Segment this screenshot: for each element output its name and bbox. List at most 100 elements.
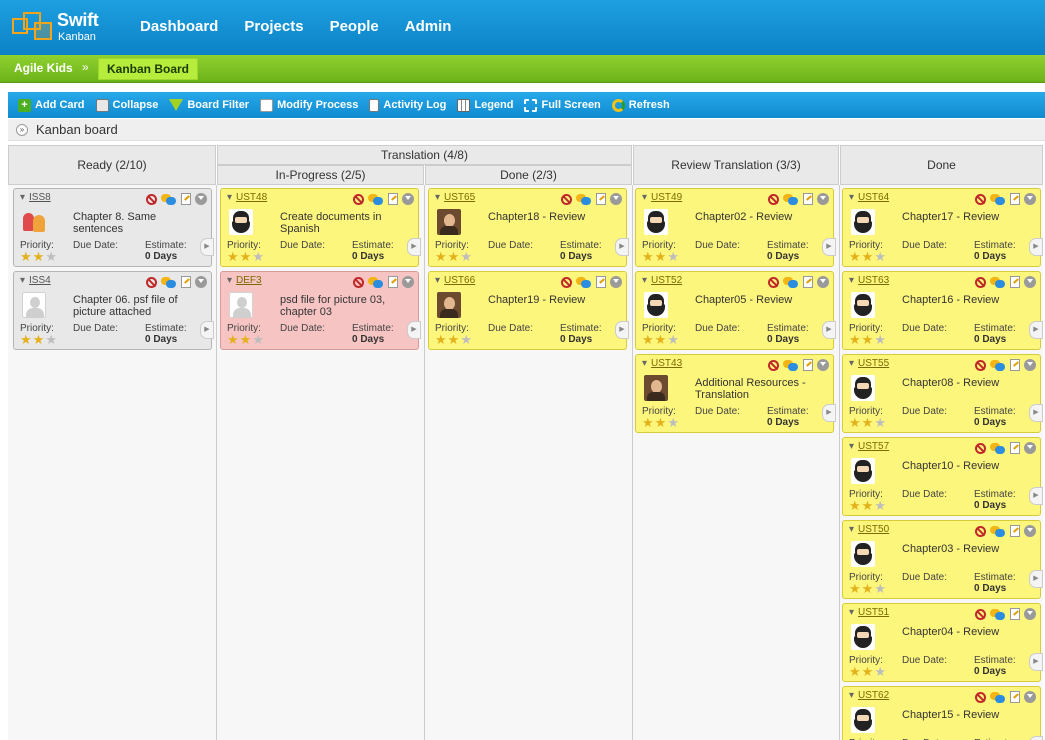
move-next-icon[interactable]: ▶ (407, 321, 421, 339)
card-id-link[interactable]: UST52 (642, 275, 682, 286)
card-menu-icon[interactable] (1024, 276, 1036, 288)
priority-stars[interactable]: ★ ★ ★ (435, 333, 472, 346)
comments-icon[interactable] (368, 193, 384, 205)
card-id-link[interactable]: UST43 (642, 358, 682, 369)
edit-note-icon[interactable] (181, 276, 191, 288)
edit-note-icon[interactable] (803, 359, 813, 371)
comments-icon[interactable] (990, 276, 1006, 288)
kanban-card[interactable]: UST43Additional Resources - TranslationP… (635, 354, 836, 433)
card-id-link[interactable]: UST63 (849, 275, 889, 286)
block-icon[interactable] (975, 193, 986, 205)
move-next-icon[interactable]: ▶ (1029, 653, 1043, 671)
kanban-card[interactable]: UST52Chapter05 - ReviewPriority:Due Date… (635, 271, 836, 350)
add-card-button[interactable]: + Add Card (18, 98, 85, 112)
edit-note-icon[interactable] (1010, 608, 1020, 620)
collapse-button[interactable]: Collapse (95, 98, 158, 112)
edit-note-icon[interactable] (1010, 276, 1020, 288)
move-next-icon[interactable]: ▶ (615, 238, 629, 256)
move-next-icon[interactable]: ▶ (1029, 404, 1043, 422)
move-next-icon[interactable]: ▶ (615, 321, 629, 339)
board-filter-button[interactable]: Board Filter (169, 99, 249, 111)
move-next-icon[interactable]: ▶ (1029, 238, 1043, 256)
nav-projects[interactable]: Projects (244, 18, 303, 35)
block-icon[interactable] (975, 691, 986, 703)
card-menu-icon[interactable] (402, 276, 414, 288)
comments-icon[interactable] (990, 442, 1006, 454)
card-menu-icon[interactable] (195, 276, 207, 288)
kanban-card[interactable]: UST62Chapter15 - ReviewPriority:Due Date… (842, 686, 1043, 740)
block-icon[interactable] (768, 359, 779, 371)
block-icon[interactable] (975, 359, 986, 371)
comments-icon[interactable] (990, 608, 1006, 620)
comments-icon[interactable] (783, 193, 799, 205)
card-id-link[interactable]: UST51 (849, 607, 889, 618)
app-logo[interactable]: Swift Kanban (10, 10, 100, 46)
card-id-link[interactable]: UST49 (642, 192, 682, 203)
block-icon[interactable] (975, 608, 986, 620)
legend-button[interactable]: Legend (457, 98, 513, 112)
nav-dashboard[interactable]: Dashboard (140, 18, 218, 35)
kanban-card[interactable]: ISS8Chapter 8. Same sentencesPriority:Du… (13, 188, 214, 267)
priority-stars[interactable]: ★ ★ ★ (849, 665, 886, 678)
card-menu-icon[interactable] (817, 193, 829, 205)
card-id-link[interactable]: DEF3 (227, 275, 262, 286)
move-next-icon[interactable]: ▶ (200, 321, 214, 339)
edit-note-icon[interactable] (388, 276, 398, 288)
priority-stars[interactable]: ★ ★ ★ (849, 582, 886, 595)
priority-stars[interactable]: ★ ★ ★ (642, 250, 679, 263)
priority-stars[interactable]: ★ ★ ★ (435, 250, 472, 263)
card-id-link[interactable]: ISS4 (20, 275, 51, 286)
move-next-icon[interactable]: ▶ (1029, 321, 1043, 339)
card-id-link[interactable]: ISS8 (20, 192, 51, 203)
comments-icon[interactable] (368, 276, 384, 288)
priority-stars[interactable]: ★ ★ ★ (227, 333, 264, 346)
kanban-card[interactable]: UST51Chapter04 - ReviewPriority:Due Date… (842, 603, 1043, 682)
comments-icon[interactable] (990, 691, 1006, 703)
card-menu-icon[interactable] (610, 193, 622, 205)
kanban-card[interactable]: UST55Chapter08 - ReviewPriority:Due Date… (842, 354, 1043, 433)
kanban-card[interactable]: UST49Chapter02 - ReviewPriority:Due Date… (635, 188, 836, 267)
block-icon[interactable] (561, 276, 572, 288)
breadcrumb-project[interactable]: Agile Kids (14, 61, 73, 75)
comments-icon[interactable] (783, 276, 799, 288)
comments-icon[interactable] (576, 193, 592, 205)
nav-admin[interactable]: Admin (405, 18, 452, 35)
move-next-icon[interactable]: ▶ (822, 321, 836, 339)
full-screen-button[interactable]: Full Screen (524, 98, 601, 112)
comments-icon[interactable] (990, 193, 1006, 205)
activity-log-button[interactable]: Activity Log (369, 98, 446, 112)
edit-note-icon[interactable] (1010, 691, 1020, 703)
block-icon[interactable] (975, 525, 986, 537)
block-icon[interactable] (975, 276, 986, 288)
card-id-link[interactable]: UST50 (849, 524, 889, 535)
card-id-link[interactable]: UST48 (227, 192, 267, 203)
card-id-link[interactable]: UST57 (849, 441, 889, 452)
edit-note-icon[interactable] (388, 193, 398, 205)
priority-stars[interactable]: ★ ★ ★ (849, 416, 886, 429)
comments-icon[interactable] (161, 193, 177, 205)
move-next-icon[interactable]: ▶ (822, 238, 836, 256)
kanban-card[interactable]: UST57Chapter10 - ReviewPriority:Due Date… (842, 437, 1043, 516)
kanban-card[interactable]: UST50Chapter03 - ReviewPriority:Due Date… (842, 520, 1043, 599)
move-next-icon[interactable]: ▶ (822, 404, 836, 422)
block-icon[interactable] (353, 193, 364, 205)
card-menu-icon[interactable] (1024, 525, 1036, 537)
move-next-icon[interactable]: ▶ (407, 238, 421, 256)
chevron-down-icon[interactable]: » (16, 124, 28, 136)
kanban-card[interactable]: UST66Chapter19 - ReviewPriority:Due Date… (428, 271, 629, 350)
card-id-link[interactable]: UST62 (849, 690, 889, 701)
comments-icon[interactable] (990, 359, 1006, 371)
priority-stars[interactable]: ★ ★ ★ (849, 499, 886, 512)
block-icon[interactable] (768, 276, 779, 288)
card-menu-icon[interactable] (1024, 691, 1036, 703)
card-menu-icon[interactable] (1024, 608, 1036, 620)
kanban-card[interactable]: DEF3psd file for picture 03, chapter 03P… (220, 271, 421, 350)
edit-note-icon[interactable] (803, 193, 813, 205)
priority-stars[interactable]: ★ ★ ★ (849, 333, 886, 346)
refresh-button[interactable]: Refresh (611, 98, 670, 112)
card-id-link[interactable]: UST66 (435, 275, 475, 286)
priority-stars[interactable]: ★ ★ ★ (227, 250, 264, 263)
card-menu-icon[interactable] (817, 276, 829, 288)
block-icon[interactable] (975, 442, 986, 454)
block-icon[interactable] (146, 193, 157, 205)
